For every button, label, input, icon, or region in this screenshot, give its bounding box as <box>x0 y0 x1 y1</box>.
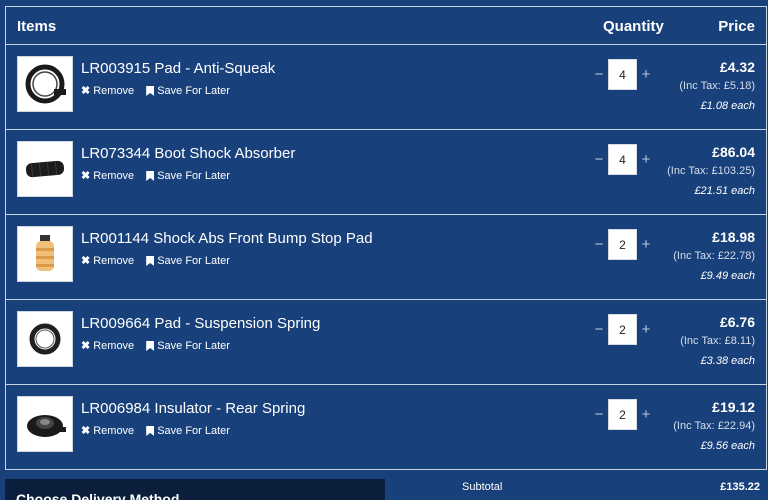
increase-quantity-button[interactable]: + <box>640 237 652 252</box>
cart-row: LR003915 Pad - Anti-Squeak ✖ Remove Save… <box>6 45 766 130</box>
bump-stop-icon <box>36 235 54 271</box>
save-for-later-button[interactable]: Save For Later <box>146 85 230 97</box>
cart-row: LR001144 Shock Abs Front Bump Stop Pad ✖… <box>6 215 766 300</box>
product-title-link[interactable]: LR009664 Pad - Suspension Spring <box>81 315 320 332</box>
price-column-header: Price <box>718 18 755 35</box>
decrease-quantity-button[interactable]: − <box>593 237 605 252</box>
save-for-later-label: Save For Later <box>157 340 230 352</box>
close-icon: ✖ <box>81 254 91 267</box>
save-for-later-label: Save For Later <box>157 425 230 437</box>
subtotal-label: Subtotal <box>462 481 503 493</box>
insulator-icon <box>27 415 66 437</box>
increase-quantity-button[interactable]: + <box>640 407 652 422</box>
save-for-later-button[interactable]: Save For Later <box>146 425 230 437</box>
quantity-stepper: − 4 + <box>593 144 652 175</box>
product-thumbnail[interactable] <box>17 226 73 282</box>
save-for-later-label: Save For Later <box>157 85 230 97</box>
remove-label: Remove <box>93 340 135 352</box>
bookmark-icon <box>146 256 155 266</box>
unit-price: £1.08 each <box>700 100 755 112</box>
inc-tax-price: (Inc Tax: £22.94) <box>673 420 755 432</box>
product-title-link[interactable]: LR001144 Shock Abs Front Bump Stop Pad <box>81 230 373 247</box>
remove-button[interactable]: ✖ Remove <box>81 425 134 437</box>
increase-quantity-button[interactable]: + <box>640 322 652 337</box>
close-icon: ✖ <box>81 169 91 182</box>
boot-tube-icon <box>25 160 65 178</box>
inc-tax-price: (Inc Tax: £103.25) <box>667 165 755 177</box>
quantity-stepper: − 2 + <box>593 399 652 430</box>
close-icon: ✖ <box>81 84 91 97</box>
line-price: £18.98 <box>712 229 755 245</box>
unit-price: £3.38 each <box>700 355 755 367</box>
price-block: £86.04 (Inc Tax: £103.25) £21.51 each <box>667 144 755 198</box>
quantity-stepper: − 2 + <box>593 229 652 260</box>
cart-row: LR006984 Insulator - Rear Spring ✖ Remov… <box>6 385 766 470</box>
line-price: £86.04 <box>712 144 755 160</box>
decrease-quantity-button[interactable]: − <box>593 67 605 82</box>
remove-label: Remove <box>93 255 135 267</box>
bookmark-icon <box>146 341 155 351</box>
inc-tax-price: (Inc Tax: £8.11) <box>680 335 755 347</box>
product-title-link[interactable]: LR073344 Boot Shock Absorber <box>81 145 295 162</box>
quantity-stepper: − 4 + <box>593 59 652 90</box>
remove-button[interactable]: ✖ Remove <box>81 255 134 267</box>
product-thumbnail[interactable] <box>17 56 73 112</box>
product-title-link[interactable]: LR006984 Insulator - Rear Spring <box>81 400 305 417</box>
quantity-input[interactable]: 2 <box>608 229 637 260</box>
quantity-input[interactable]: 4 <box>608 59 637 90</box>
items-column-header: Items <box>17 18 57 35</box>
remove-button[interactable]: ✖ Remove <box>81 340 134 352</box>
close-icon: ✖ <box>81 424 91 437</box>
delivery-method-heading: Choose Delivery Method <box>16 491 180 500</box>
remove-label: Remove <box>93 85 135 97</box>
cart-table: Items Quantity Price LR003915 Pad - Anti… <box>5 6 767 470</box>
quantity-column-header: Quantity <box>603 18 664 35</box>
line-price: £4.32 <box>719 59 755 75</box>
cart-row: LR009664 Pad - Suspension Spring ✖ Remov… <box>6 300 766 385</box>
remove-button[interactable]: ✖ Remove <box>81 170 134 182</box>
close-icon: ✖ <box>81 339 91 352</box>
price-block: £18.98 (Inc Tax: £22.78) £9.49 each <box>673 229 755 283</box>
subtotal-value: £135.22 <box>720 481 760 493</box>
unit-price: £21.51 each <box>694 185 755 197</box>
cart-header: Items Quantity Price <box>6 7 766 45</box>
inc-tax-price: (Inc Tax: £22.78) <box>673 250 755 262</box>
bookmark-icon <box>146 171 155 181</box>
product-thumbnail[interactable] <box>17 311 73 367</box>
unit-price: £9.56 each <box>700 440 755 452</box>
unit-price: £9.49 each <box>700 270 755 282</box>
ring-pad-icon <box>25 64 66 104</box>
bookmark-icon <box>146 426 155 436</box>
bookmark-icon <box>146 86 155 96</box>
quantity-stepper: − 2 + <box>593 314 652 345</box>
remove-button[interactable]: ✖ Remove <box>81 85 134 97</box>
cart-row: LR073344 Boot Shock Absorber ✖ Remove Sa… <box>6 130 766 215</box>
price-block: £19.12 (Inc Tax: £22.94) £9.56 each <box>673 399 755 453</box>
remove-label: Remove <box>93 170 135 182</box>
increase-quantity-button[interactable]: + <box>640 67 652 82</box>
save-for-later-button[interactable]: Save For Later <box>146 170 230 182</box>
save-for-later-button[interactable]: Save For Later <box>146 340 230 352</box>
remove-label: Remove <box>93 425 135 437</box>
price-block: £4.32 (Inc Tax: £5.18) £1.08 each <box>679 59 755 113</box>
price-block: £6.76 (Inc Tax: £8.11) £3.38 each <box>680 314 755 368</box>
product-title-link[interactable]: LR003915 Pad - Anti-Squeak <box>81 60 275 77</box>
product-thumbnail[interactable] <box>17 141 73 197</box>
product-thumbnail[interactable] <box>17 396 73 452</box>
save-for-later-label: Save For Later <box>157 170 230 182</box>
quantity-input[interactable]: 2 <box>608 399 637 430</box>
line-price: £19.12 <box>712 399 755 415</box>
inc-tax-price: (Inc Tax: £5.18) <box>679 80 755 92</box>
decrease-quantity-button[interactable]: − <box>593 407 605 422</box>
decrease-quantity-button[interactable]: − <box>593 152 605 167</box>
save-for-later-label: Save For Later <box>157 255 230 267</box>
save-for-later-button[interactable]: Save For Later <box>146 255 230 267</box>
spring-pad-icon <box>29 323 61 355</box>
quantity-input[interactable]: 2 <box>608 314 637 345</box>
decrease-quantity-button[interactable]: − <box>593 322 605 337</box>
delivery-method-panel: Choose Delivery Method <box>5 479 385 500</box>
increase-quantity-button[interactable]: + <box>640 152 652 167</box>
quantity-input[interactable]: 4 <box>608 144 637 175</box>
line-price: £6.76 <box>719 314 755 330</box>
